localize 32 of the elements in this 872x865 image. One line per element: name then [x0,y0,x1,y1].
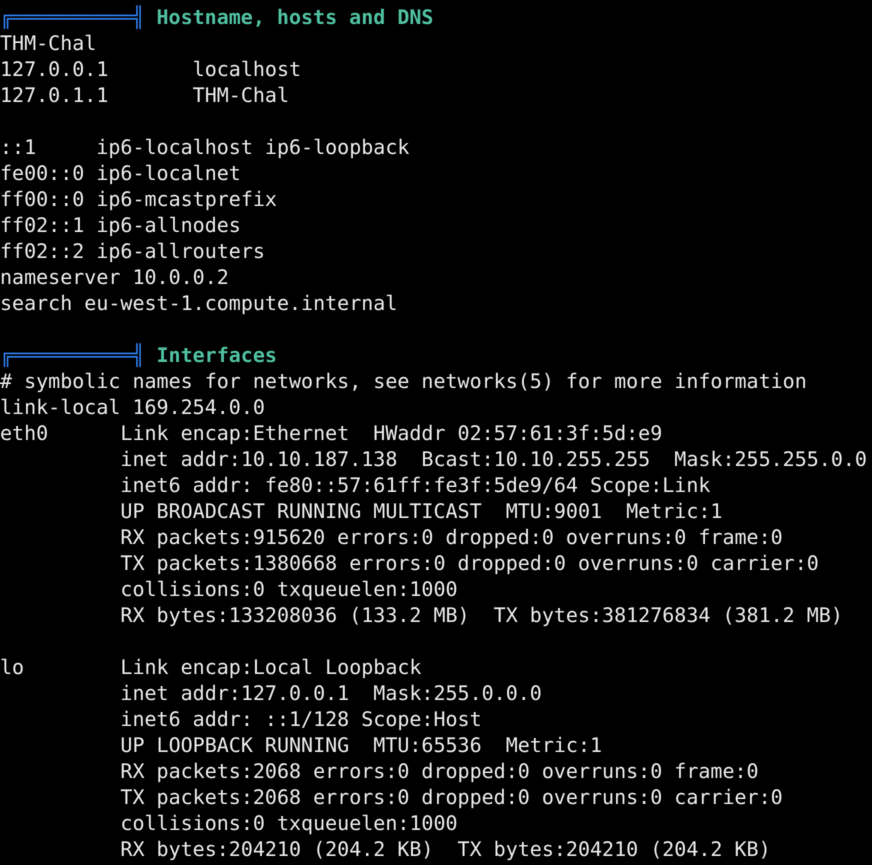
terminal-line: UP BROADCAST RUNNING MULTICAST MTU:9001 Metric:1 [119,498,722,524]
terminal-line: inet6 addr: fe80::57:61ff:fe3f:5de9/64 Scope:Link [119,472,710,498]
terminal-line: TX packets:2068 errors:0 dropped:0 overruns:0 carrier:0 [119,784,783,810]
terminal-line: ff00::0 ip6-mcastprefix [0,186,277,212]
terminal-line: RX bytes:133208036 (133.2 MB) TX bytes:381276834 (381.2 MB) [119,602,843,628]
terminal-line: TX packets:1380668 errors:0 dropped:0 overruns:0 carrier:0 [119,550,819,576]
terminal-line: ff02::2 ip6-allrouters [0,238,265,264]
terminal-line: collisions:0 txqueuelen:1000 [119,810,458,836]
terminal-line: lo Link encap:Local Loopback [0,654,422,680]
terminal-line: ff02::1 ip6-allnodes [0,212,241,238]
terminal-line: inet6 addr: ::1/128 Scope:Host [119,706,482,732]
terminal-line: fe00::0 ip6-localnet [0,160,241,186]
terminal-line: RX packets:2068 errors:0 dropped:0 overruns:0 frame:0 [119,758,759,784]
terminal-line: THM-Chal [0,30,96,56]
terminal-line: RX packets:915620 errors:0 dropped:0 overruns:0 frame:0 [119,524,783,550]
section-rule: ╔══════════╣ [0,342,144,368]
terminal-line: collisions:0 txqueuelen:1000 [119,576,458,602]
section-title: Interfaces [156,342,277,368]
terminal-line: UP LOOPBACK RUNNING MTU:65536 Metric:1 [119,732,602,758]
terminal-line: link-local 169.254.0.0 [0,394,265,420]
terminal-line: inet addr:10.10.187.138 Bcast:10.10.255.255 Mask:255.255.0.0 [119,446,867,472]
terminal-line: 127.0.0.1 localhost [0,56,302,82]
terminal-line: 127.0.1.1 THM-Chal [0,82,289,108]
terminal-line: ::1 ip6-localhost ip6-loopback [0,134,410,160]
section-title: Hostname, hosts and DNS [156,4,434,30]
terminal-line: # symbolic names for networks, see networks(5) for more information [0,368,807,394]
terminal-line: RX bytes:204210 (204.2 KB) TX bytes:204210 (204.2 KB) [119,836,771,862]
terminal-line: eth0 Link encap:Ethernet HWaddr 02:57:61:3f:5d:e9 [0,420,662,446]
terminal-line: inet addr:127.0.0.1 Mask:255.0.0.0 [119,680,542,706]
section-rule: ╔══════════╣ [0,4,144,30]
terminal-line: nameserver 10.0.0.2 [0,264,229,290]
terminal-line: search eu-west-1.compute.internal [0,290,398,316]
